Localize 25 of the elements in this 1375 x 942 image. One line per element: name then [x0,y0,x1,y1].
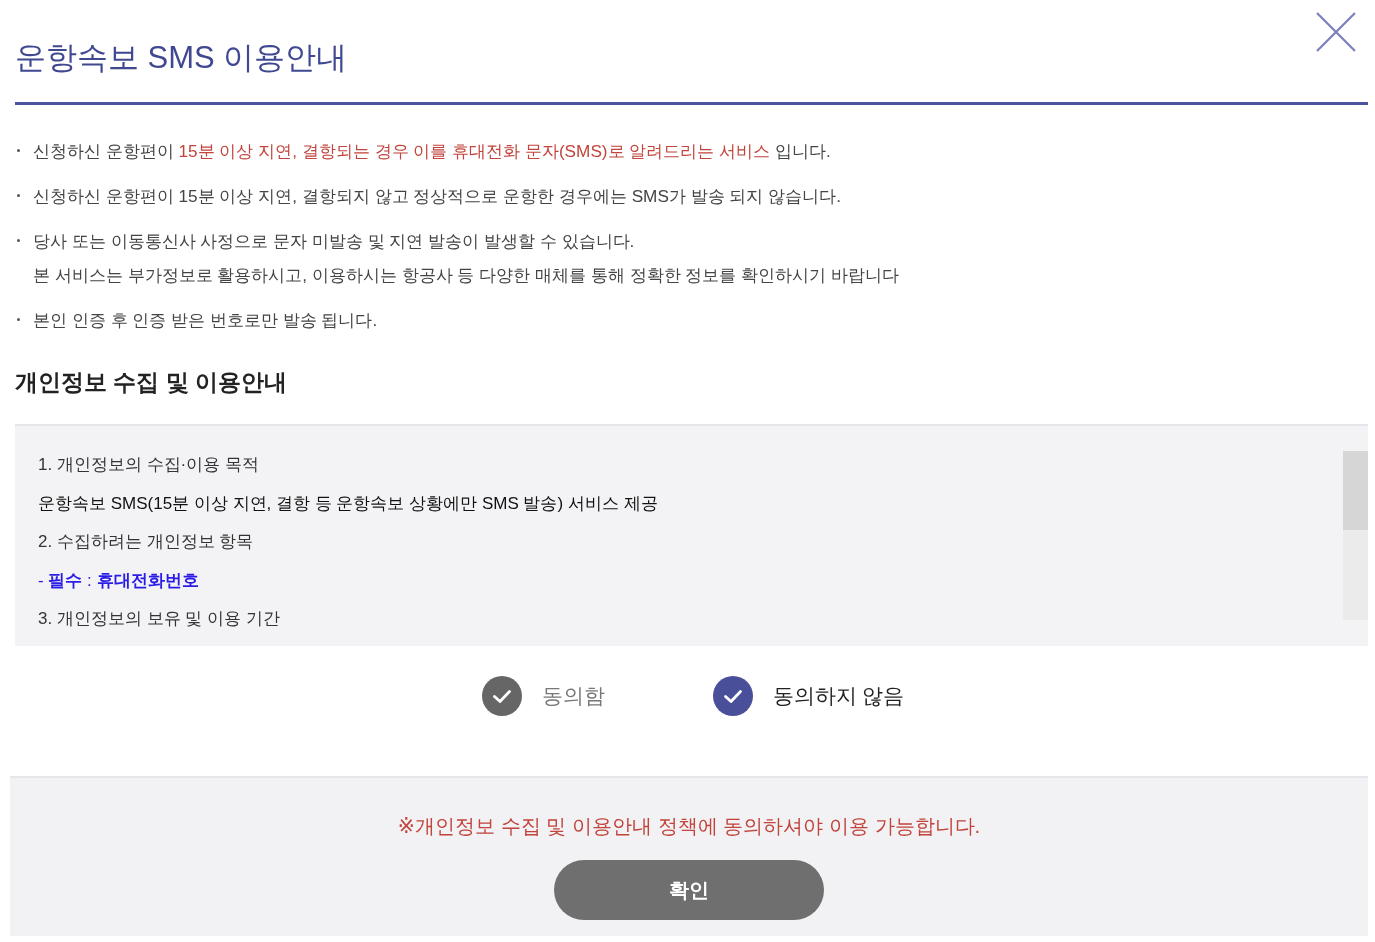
notice-text: 당사 또는 이동통신사 사정으로 문자 미발송 및 지연 발송이 발생할 수 있습니다. 본 서비스는 부가정보로 활용하시고, 이용하시는 항공사 등 다양한 매체를 통해 정확한 정보를 확인하시기 바랍니다 [33,230,899,287]
dialog-title: 운항속보 SMS 이용안내 [15,39,348,77]
privacy-text: 운항속보 SMS(15분 이상 지연, 결항 등 운항속보 상황에만 SMS 발송) 서비스 제공 [38,492,659,515]
consent-option[interactable]: 동의함 [481,676,605,716]
required-item-text: - 필수 : 휴대전화번호 [38,569,200,592]
close-button[interactable] [1316,12,1356,52]
close-icon [1316,12,1356,52]
bullet-icon [17,149,20,152]
footer-notice: ※개인정보 수집 및 이용안내 정책에 동의하셔야 이용 가능합니다. [397,814,981,839]
notice-text: 신청하신 운항편이 15분 이상 지연, 결항되는 경우 이를 휴대전화 문자(SMS)로 알려드리는 서비스 입니다. [33,140,831,163]
notice-text: 본인 인증 후 인증 받은 번호로만 발송 됩니다. [33,309,378,332]
privacy-text: 2. 수집하려는 개인정보 항목 [38,531,255,553]
privacy-text: 3. 개인정보의 보유 및 이용 기간 [38,608,281,630]
section-heading: 개인정보 수집 및 이용안내 [15,368,289,397]
confirm-button[interactable]: 확인 [554,860,824,920]
scrollbar-thumb[interactable] [1343,451,1368,530]
scrollbar-track[interactable] [1343,451,1368,620]
notice-text: 신청하신 운항편이 15분 이상 지연, 결항되지 않고 정상적으로 운항한 경우에는 SMS가 발송 되지 않습니다. [33,185,841,208]
privacy-text: 1. 개인정보의 수집·이용 목적 [38,454,260,476]
check-circle-icon [481,676,522,716]
consent-option[interactable]: 동의하지 않음 [712,676,905,716]
check-circle-icon [712,676,753,716]
bullet-icon [17,194,20,197]
bullet-icon [17,318,20,321]
bullet-icon [17,239,20,242]
